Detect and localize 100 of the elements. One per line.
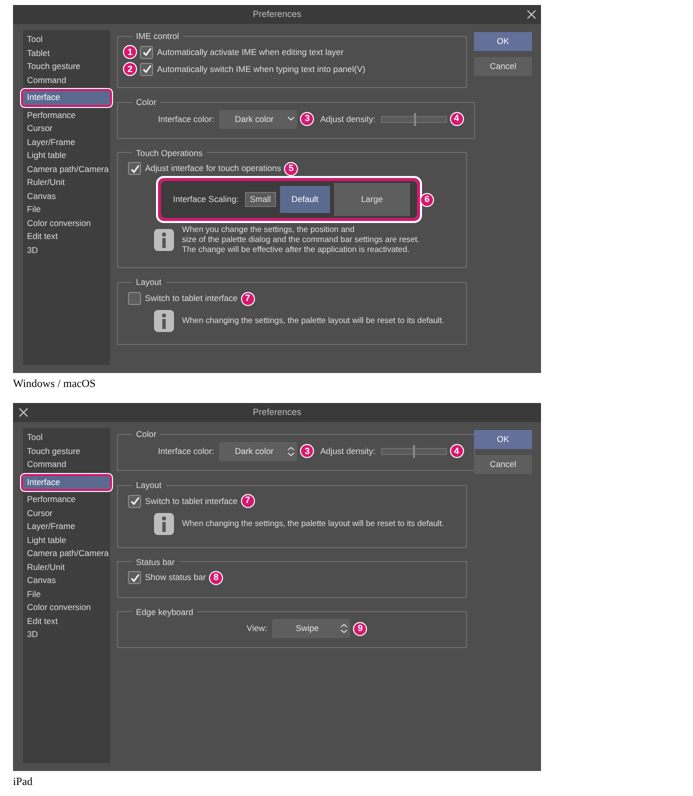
check-icon — [130, 164, 140, 174]
sidebar-item[interactable]: Color conversion — [23, 601, 110, 614]
scaling-option[interactable]: Large — [334, 183, 410, 216]
group-title: Status bar — [135, 556, 176, 568]
scaling-option[interactable]: Default — [280, 186, 330, 214]
checkbox-label: Adjust interface for touch operations — [145, 162, 282, 176]
field-label: Adjust density: — [320, 444, 376, 458]
sidebar-item[interactable]: Ruler/Unit — [23, 560, 110, 574]
callout-badge: 6 — [420, 192, 434, 207]
sidebar-item[interactable]: Light table — [23, 534, 110, 547]
checkbox[interactable] — [140, 46, 153, 59]
sidebar-item[interactable]: Interface — [23, 476, 110, 489]
dropdown[interactable]: Dark color — [219, 110, 298, 128]
slider-thumb[interactable] — [412, 444, 415, 458]
scaling-option[interactable]: Small — [244, 192, 276, 208]
ok-button[interactable]: OK — [474, 430, 532, 449]
group-title: Color — [135, 96, 158, 108]
figure-caption: Windows / macOS — [13, 377, 97, 392]
ok-button[interactable]: OK — [474, 32, 532, 51]
group-title: Touch Operations — [135, 146, 204, 160]
up-down-chevron-icon — [287, 446, 296, 456]
callout-badge: 8 — [208, 570, 223, 585]
close-button[interactable] — [527, 10, 536, 19]
sidebar-item[interactable]: Performance — [23, 493, 110, 506]
sidebar-item[interactable]: Color conversion — [23, 216, 110, 230]
slider-thumb[interactable] — [414, 112, 416, 126]
info-icon — [154, 310, 174, 332]
callout-badge: 4 — [450, 444, 464, 458]
field-label: Adjust density: — [320, 112, 376, 126]
check-icon — [142, 64, 152, 74]
sidebar-item[interactable]: Layer/Frame — [23, 136, 110, 149]
sidebar-item[interactable]: Cursor — [23, 506, 110, 520]
callout-badge: 3 — [300, 444, 314, 458]
group-title: Color — [135, 428, 158, 441]
group-title: Layout — [135, 276, 163, 289]
callout-badge: 4 — [450, 112, 464, 126]
sidebar-item[interactable]: Camera path/Camera — [23, 547, 110, 560]
cancel-button[interactable]: Cancel — [474, 455, 532, 474]
close-button[interactable] — [19, 408, 28, 417]
checkbox-label: Switch to tablet interface — [145, 292, 238, 305]
dropdown[interactable]: Swipe — [272, 619, 350, 638]
sidebar-item[interactable]: Command — [23, 458, 110, 472]
sidebar-item[interactable]: Performance — [23, 108, 110, 122]
sidebar-item[interactable]: Cursor — [23, 122, 110, 136]
sidebar-item[interactable]: Interface — [23, 91, 110, 104]
info-text: When changing the settings, the palette layout will be reset to its default. — [182, 518, 444, 528]
slider-track[interactable] — [380, 448, 447, 455]
checkbox-label: Show status bar — [145, 571, 206, 584]
sidebar-item[interactable]: Tablet — [23, 46, 110, 60]
sidebar-item[interactable]: Touch gesture — [23, 60, 110, 74]
sidebar-item[interactable]: Layer/Frame — [23, 520, 110, 534]
info-icon — [154, 229, 174, 252]
field-label: Interface color: — [158, 112, 214, 126]
dropdown[interactable]: Dark color — [219, 442, 298, 461]
sidebar-item[interactable]: Command — [23, 74, 110, 87]
sidebar-item[interactable]: Tool — [23, 431, 110, 444]
checkbox-label: Automatically switch IME when typing text into panel(V) — [157, 62, 366, 76]
up-down-chevron-icon — [340, 624, 348, 634]
callout-badge: 7 — [240, 292, 255, 306]
sidebar-item[interactable]: Camera path/Camera — [23, 162, 110, 176]
check-icon — [142, 47, 152, 58]
group-title: Layout — [135, 478, 163, 492]
checkbox[interactable] — [128, 494, 141, 508]
sidebar-item[interactable]: Tool — [23, 33, 110, 46]
callout-badge: 3 — [300, 112, 314, 126]
window-title: Preferences — [252, 8, 302, 21]
sidebar-item[interactable]: Edit text — [23, 614, 110, 628]
checkbox-label: Switch to tablet interface — [145, 494, 238, 508]
figure-caption: iPad — [13, 775, 34, 790]
sidebar-item[interactable]: Canvas — [23, 574, 110, 588]
checkbox[interactable] — [128, 292, 141, 305]
field-label: Interface Scaling: — [173, 193, 239, 206]
checkbox-label: Automatically activate IME when editing text layer — [157, 46, 344, 59]
checkbox[interactable] — [140, 62, 153, 76]
check-icon — [130, 496, 140, 506]
close-icon — [19, 408, 28, 417]
chevron-down-icon — [287, 114, 296, 124]
checkbox[interactable] — [128, 571, 141, 584]
info-text: When you change the settings, the position and size of the palette dialog and the command bar settings are reset. The change will be effective after the application is reactivated. — [182, 225, 420, 256]
check-icon — [130, 572, 140, 583]
sidebar-item[interactable]: 3D — [23, 244, 110, 257]
sidebar-item[interactable]: Ruler/Unit — [23, 176, 110, 190]
sidebar-item[interactable]: Light table — [23, 149, 110, 162]
checkbox[interactable] — [128, 162, 141, 176]
field-label: Interface color: — [158, 444, 214, 458]
callout-badge: 9 — [353, 622, 368, 636]
info-text: When changing the settings, the palette layout will be reset to its default. — [182, 316, 444, 326]
group-title: IME control — [135, 30, 180, 43]
sidebar-item[interactable]: Touch gesture — [23, 444, 110, 458]
sidebar-item[interactable]: Canvas — [23, 190, 110, 203]
sidebar-item[interactable]: Edit text — [23, 230, 110, 244]
callout-badge: 5 — [284, 162, 298, 176]
sidebar-item[interactable]: 3D — [23, 628, 110, 642]
callout-badge: 7 — [240, 494, 255, 508]
callout-badge: 2 — [123, 62, 137, 76]
cancel-button[interactable]: Cancel — [474, 57, 532, 76]
close-icon — [527, 10, 536, 19]
field-label: View: — [246, 622, 268, 636]
sidebar-item[interactable]: File — [23, 588, 110, 601]
sidebar-item[interactable]: File — [23, 203, 110, 216]
